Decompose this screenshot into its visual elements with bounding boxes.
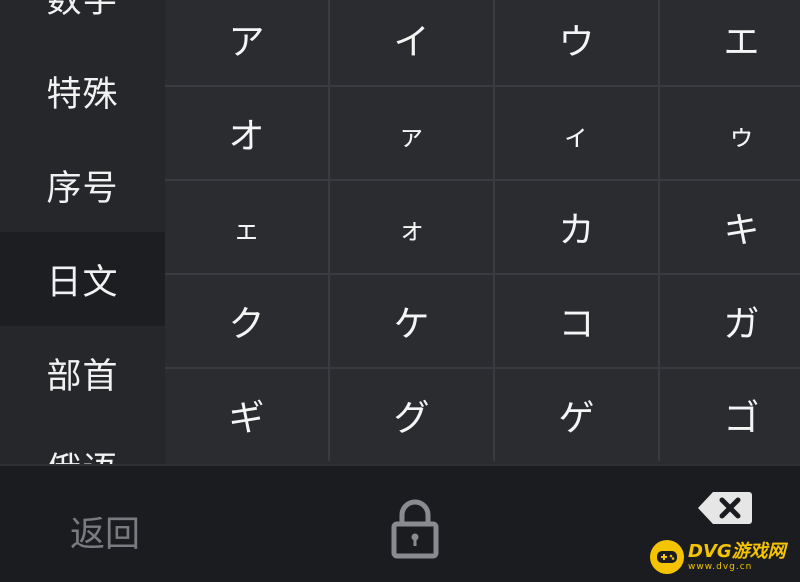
- backspace-icon: [698, 492, 752, 524]
- symbol-key[interactable]: キ: [660, 181, 800, 273]
- symbol-key[interactable]: オ: [165, 87, 328, 179]
- site-watermark: DVG游戏网 www.dvg.cn: [650, 535, 800, 579]
- symbol-key[interactable]: ゴ: [660, 369, 800, 461]
- watermark-title: DVG游戏网: [688, 540, 786, 562]
- category-sidebar: 数字特殊序号日文部首俄语: [0, 0, 165, 464]
- symbol-key[interactable]: ァ: [330, 87, 493, 179]
- symbol-key-list: アイウエオァィゥェォカキクケコガギグゲゴ: [165, 0, 800, 461]
- symbol-key[interactable]: ア: [165, 0, 328, 85]
- symbol-key[interactable]: ェ: [165, 181, 328, 273]
- category-item[interactable]: 序号: [0, 138, 165, 232]
- category-list: 数字特殊序号日文部首俄语: [0, 0, 165, 464]
- category-item[interactable]: 部首: [0, 326, 165, 420]
- symbol-key[interactable]: ゥ: [660, 87, 800, 179]
- watermark-url: www.dvg.cn: [688, 561, 753, 572]
- symbol-key[interactable]: ギ: [165, 369, 328, 461]
- gamepad-icon: [650, 540, 684, 574]
- category-item[interactable]: 日文: [0, 232, 165, 326]
- symbol-key[interactable]: カ: [495, 181, 658, 273]
- symbol-key[interactable]: ガ: [660, 275, 800, 367]
- lock-button[interactable]: [380, 488, 450, 568]
- symbol-key[interactable]: ィ: [495, 87, 658, 179]
- return-button[interactable]: 返回: [40, 496, 170, 566]
- category-item[interactable]: 俄语: [0, 420, 165, 465]
- symbol-key[interactable]: ク: [165, 275, 328, 367]
- symbol-key[interactable]: ゲ: [495, 369, 658, 461]
- symbol-key[interactable]: ケ: [330, 275, 493, 367]
- lock-icon: [391, 499, 439, 559]
- category-item[interactable]: 特殊: [0, 44, 165, 138]
- symbol-grid: アイウエオァィゥェォカキクケコガギグゲゴ: [165, 0, 800, 464]
- category-item[interactable]: 数字: [0, 0, 165, 44]
- symbol-key[interactable]: ォ: [330, 181, 493, 273]
- symbol-keyboard: 数字特殊序号日文部首俄语 アイウエオァィゥェォカキクケコガギグゲゴ 返回: [0, 0, 800, 582]
- symbol-key[interactable]: グ: [330, 369, 493, 461]
- symbol-key[interactable]: イ: [330, 0, 493, 85]
- symbol-key[interactable]: エ: [660, 0, 800, 85]
- symbol-key[interactable]: ウ: [495, 0, 658, 85]
- symbol-key[interactable]: コ: [495, 275, 658, 367]
